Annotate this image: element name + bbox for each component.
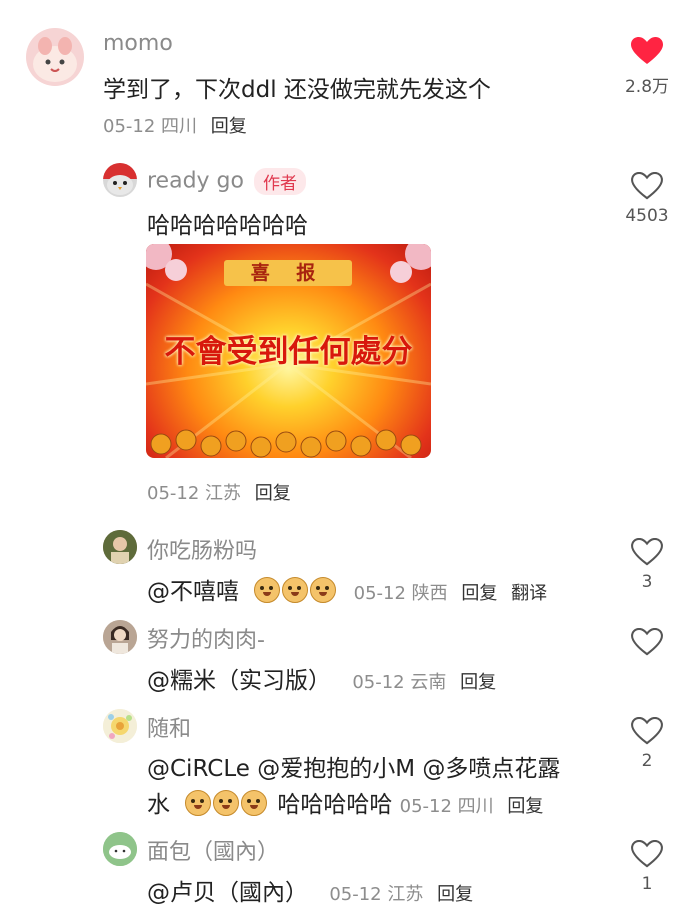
author-badge: 作者 <box>253 168 306 195</box>
flower-avatar-icon <box>103 709 137 743</box>
emoji-group <box>185 790 269 818</box>
heart-icon <box>631 628 663 656</box>
reply-button[interactable]: 回复 <box>211 116 247 137</box>
like-button[interactable]: 4503 <box>617 172 677 226</box>
smiling-face-emoji-icon <box>241 790 268 816</box>
heart-icon <box>631 538 663 566</box>
username[interactable]: momo <box>103 31 173 56</box>
username[interactable]: 面包（國內） <box>147 834 279 866</box>
like-button[interactable] <box>617 628 677 656</box>
username[interactable]: 你吃肠粉吗 <box>147 533 257 565</box>
comment-meta: 05-12 四川 回复 <box>103 112 247 138</box>
comment-date: 05-12 <box>147 483 200 504</box>
reply-button[interactable]: 回复 <box>461 583 497 604</box>
comment-date: 05-12 <box>353 583 406 604</box>
username[interactable]: ready go 作者 <box>147 168 306 195</box>
like-button[interactable]: 1 <box>617 840 677 894</box>
heart-icon <box>631 172 663 200</box>
like-count: 2.8万 <box>624 77 670 97</box>
mention-link[interactable]: @不嘻嘻 <box>147 579 239 605</box>
comment-date: 05-12 <box>399 796 452 817</box>
poster-banner: 喜 报 <box>224 260 352 286</box>
comment-location: 云南 <box>410 672 447 693</box>
like-button[interactable]: 2.8万 <box>617 36 677 97</box>
avatar[interactable] <box>103 709 137 743</box>
reply-button[interactable]: 回复 <box>437 884 473 905</box>
avatar[interactable] <box>103 620 137 654</box>
comment-location: 江苏 <box>205 483 242 504</box>
comment-text-line-1: @CiRCLe @爱抱抱的小M @多喷点花露 <box>147 756 561 782</box>
comment-location: 四川 <box>161 116 198 137</box>
comment-meta: 05-12 陕西 回复 翻译 <box>354 583 548 604</box>
smiling-face-emoji-icon <box>282 577 309 603</box>
bird-avatar-icon <box>103 163 137 195</box>
heart-icon <box>631 717 663 745</box>
comment-text: 学到了，下次ddl 还没做完就先发这个 <box>103 77 491 103</box>
username-text[interactable]: ready go <box>147 169 244 194</box>
smiling-face-emoji-icon <box>310 577 337 603</box>
reply-button[interactable]: 回复 <box>255 483 291 504</box>
heart-filled-icon <box>631 37 663 64</box>
like-count: 3 <box>641 572 653 592</box>
comment-meta: 05-12 四川 回复 <box>400 796 544 817</box>
photo-avatar-icon <box>103 620 137 654</box>
reply-button[interactable]: 回复 <box>507 796 543 817</box>
username[interactable]: 努力的肉肉- <box>147 622 265 654</box>
pink-cartoon-avatar-icon <box>33 37 77 82</box>
like-button[interactable]: 3 <box>617 538 677 592</box>
smiling-face-emoji-icon <box>213 790 240 816</box>
comment-text-part: 水 <box>147 792 170 818</box>
comment-meta: 05-12 江苏 回复 <box>329 884 473 905</box>
comment-image[interactable]: 喜 报 不會受到任何處分 <box>146 244 431 458</box>
comment-text: 哈哈哈哈哈哈哈 <box>147 213 308 239</box>
reply-line: @不嘻嘻 05-12 陕西 回复 翻译 <box>147 572 547 606</box>
photo-avatar-icon <box>103 530 137 564</box>
comment-meta: 05-12 江苏 回复 <box>147 479 291 505</box>
smiling-face-emoji-icon <box>185 790 212 816</box>
username[interactable]: 随和 <box>147 711 191 743</box>
comment-location: 四川 <box>457 796 494 817</box>
like-count: 1 <box>641 874 653 894</box>
reply-line: @糯米（实习版） 05-12 云南 回复 <box>147 661 496 695</box>
comment-location: 江苏 <box>387 884 424 905</box>
smiling-face-emoji-icon <box>254 577 281 603</box>
avatar[interactable] <box>26 28 84 86</box>
reply-line: @卢贝（國內） 05-12 江苏 回复 <box>147 873 473 907</box>
avatar[interactable] <box>103 163 137 197</box>
emoji-group <box>254 577 338 605</box>
comment-date: 05-12 <box>329 884 382 905</box>
comment-location: 陕西 <box>411 583 448 604</box>
heart-icon <box>631 840 663 868</box>
comment-date: 05-12 <box>352 672 405 693</box>
comment-text-part: 哈哈哈哈哈 <box>277 792 393 818</box>
avatar[interactable] <box>103 832 137 866</box>
like-count: 4503 <box>625 206 669 226</box>
bread-avatar-icon <box>103 832 137 866</box>
mention-link[interactable]: @糯米（实习版） <box>147 668 331 694</box>
avatar[interactable] <box>103 530 137 564</box>
like-count: 2 <box>641 751 653 771</box>
mention-link[interactable]: @卢贝（國內） <box>147 880 308 906</box>
like-button[interactable]: 2 <box>617 717 677 771</box>
comment-date: 05-12 <box>103 116 156 137</box>
comment-text-line-2: 水 哈哈哈哈哈 05-12 四川 回复 <box>147 785 543 819</box>
poster-headline: 不會受到任何處分 <box>164 334 413 370</box>
reply-button[interactable]: 回复 <box>460 672 496 693</box>
translate-button[interactable]: 翻译 <box>511 583 547 604</box>
comment-meta: 05-12 云南 回复 <box>352 672 496 693</box>
